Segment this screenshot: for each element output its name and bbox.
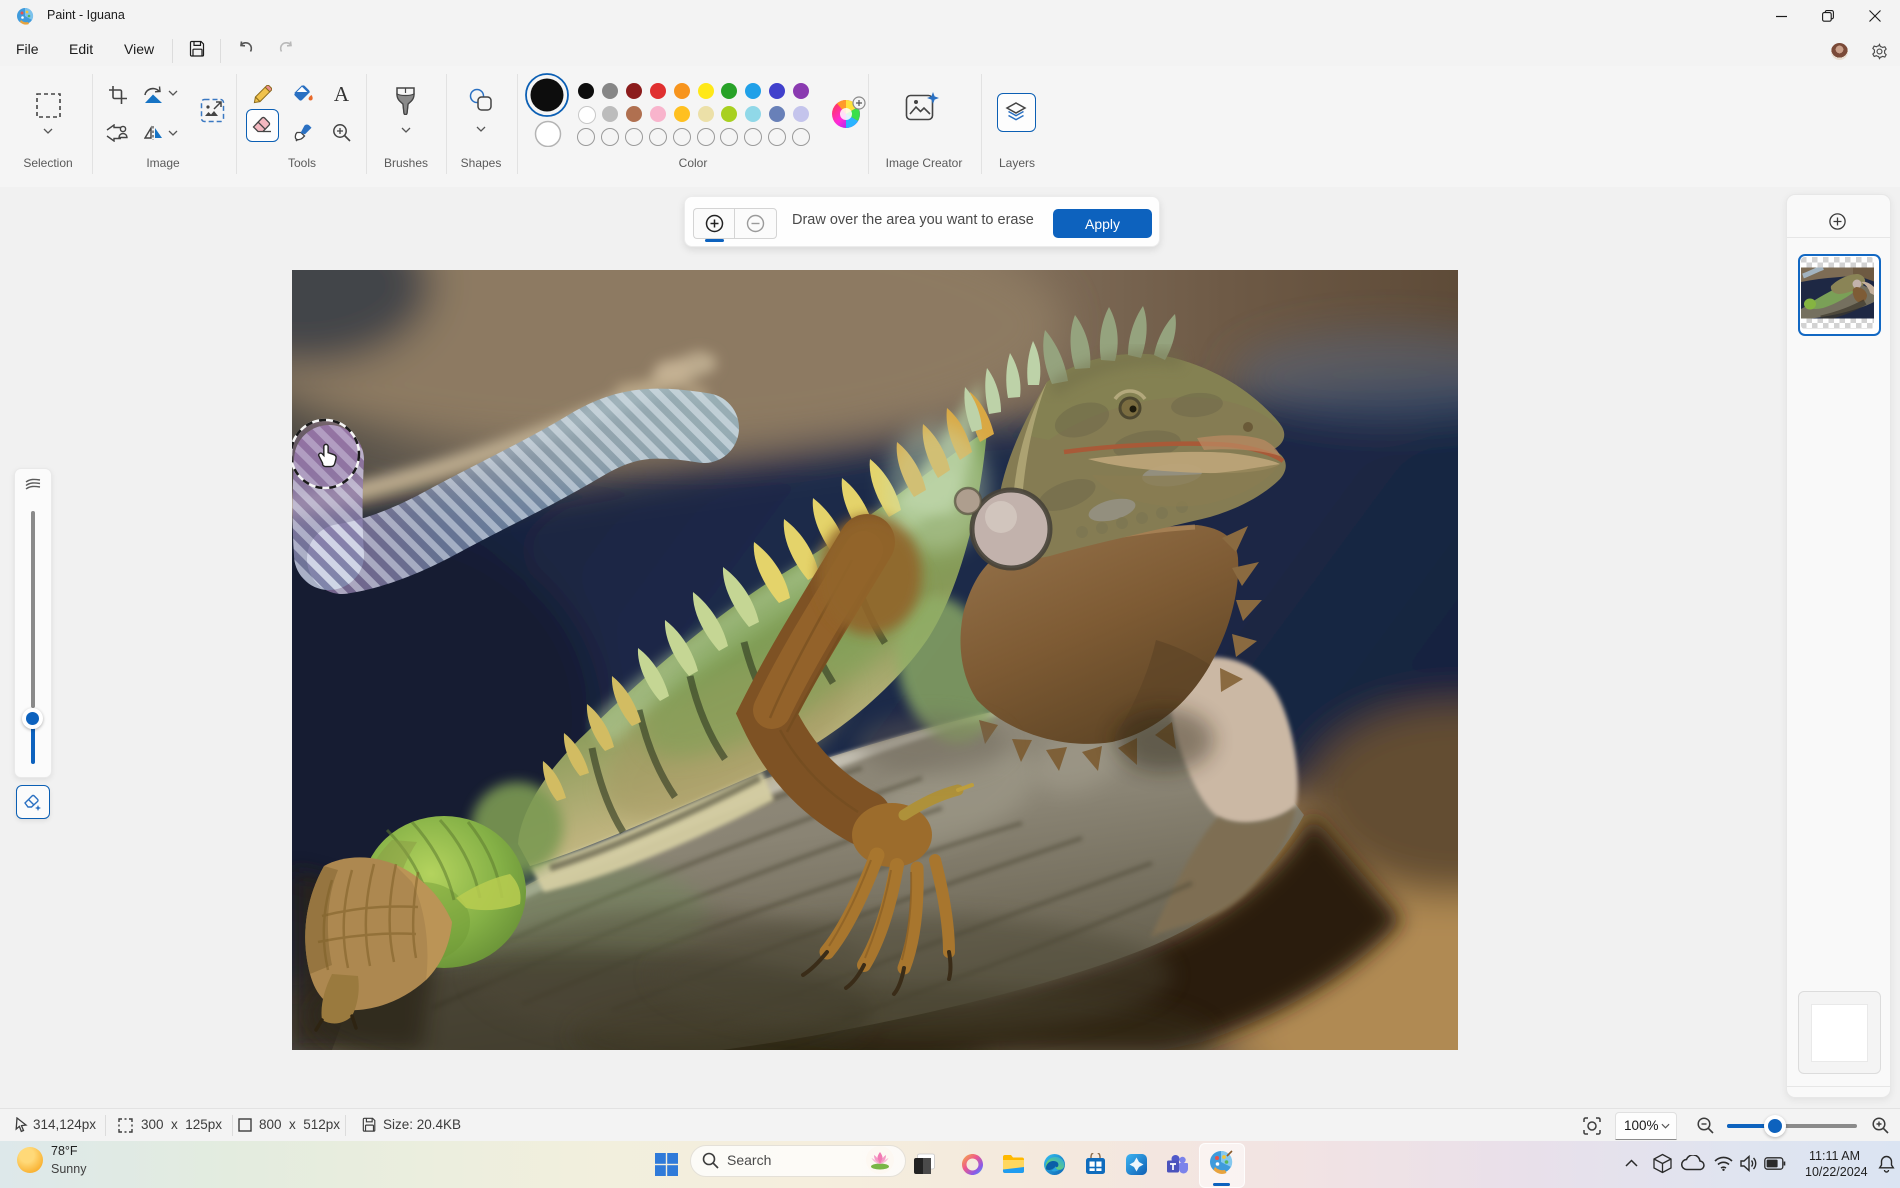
svg-text:A: A <box>334 84 350 104</box>
